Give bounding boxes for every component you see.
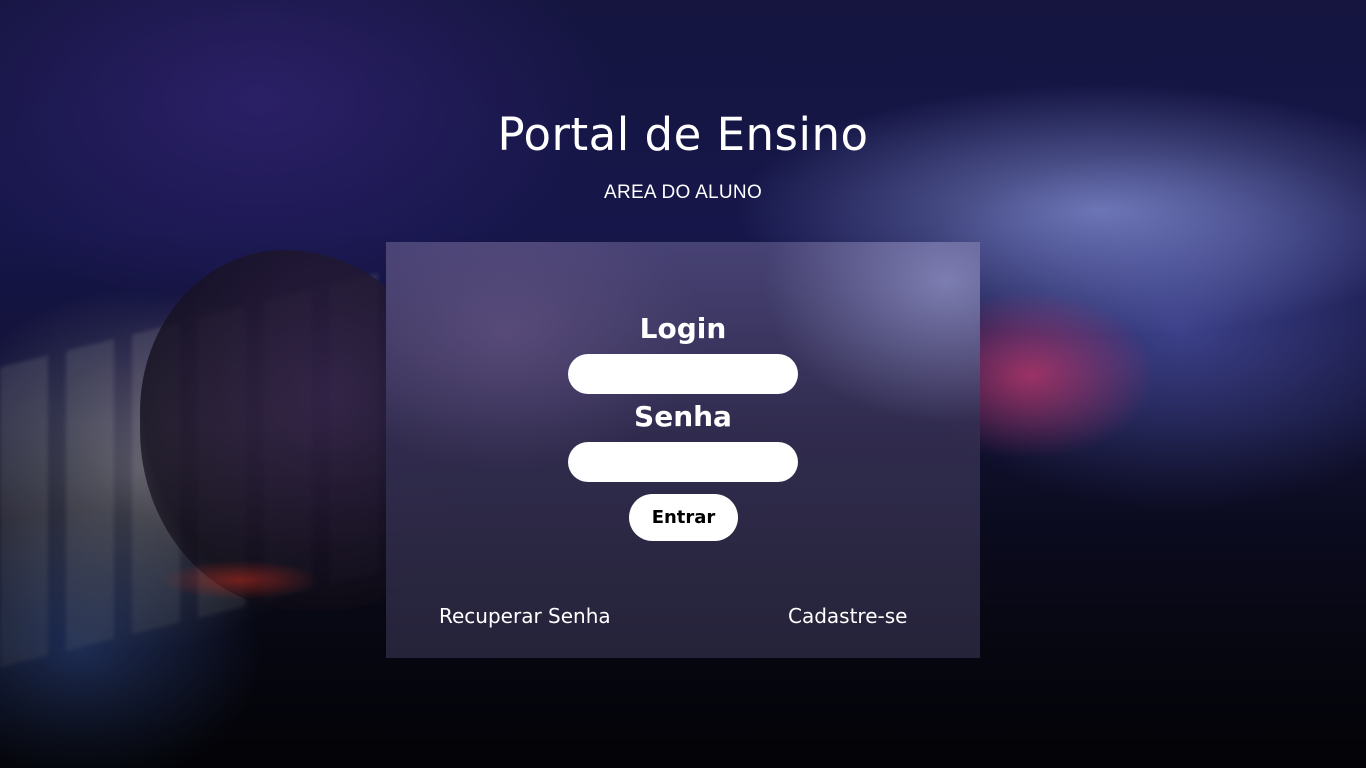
senha-input[interactable] xyxy=(568,442,798,482)
login-card: Login Senha Entrar Recuperar Senha Cadas… xyxy=(386,242,980,658)
login-label: Login xyxy=(639,312,727,345)
page-title: Portal de Ensino xyxy=(497,108,869,161)
page-subtitle: AREA DO ALUNO xyxy=(603,182,763,203)
entrar-button[interactable]: Entrar xyxy=(629,494,738,541)
recover-password-link[interactable]: Recuperar Senha xyxy=(439,604,611,628)
senha-label: Senha xyxy=(634,400,732,433)
login-input[interactable] xyxy=(568,354,798,394)
signup-link[interactable]: Cadastre-se xyxy=(788,604,907,628)
